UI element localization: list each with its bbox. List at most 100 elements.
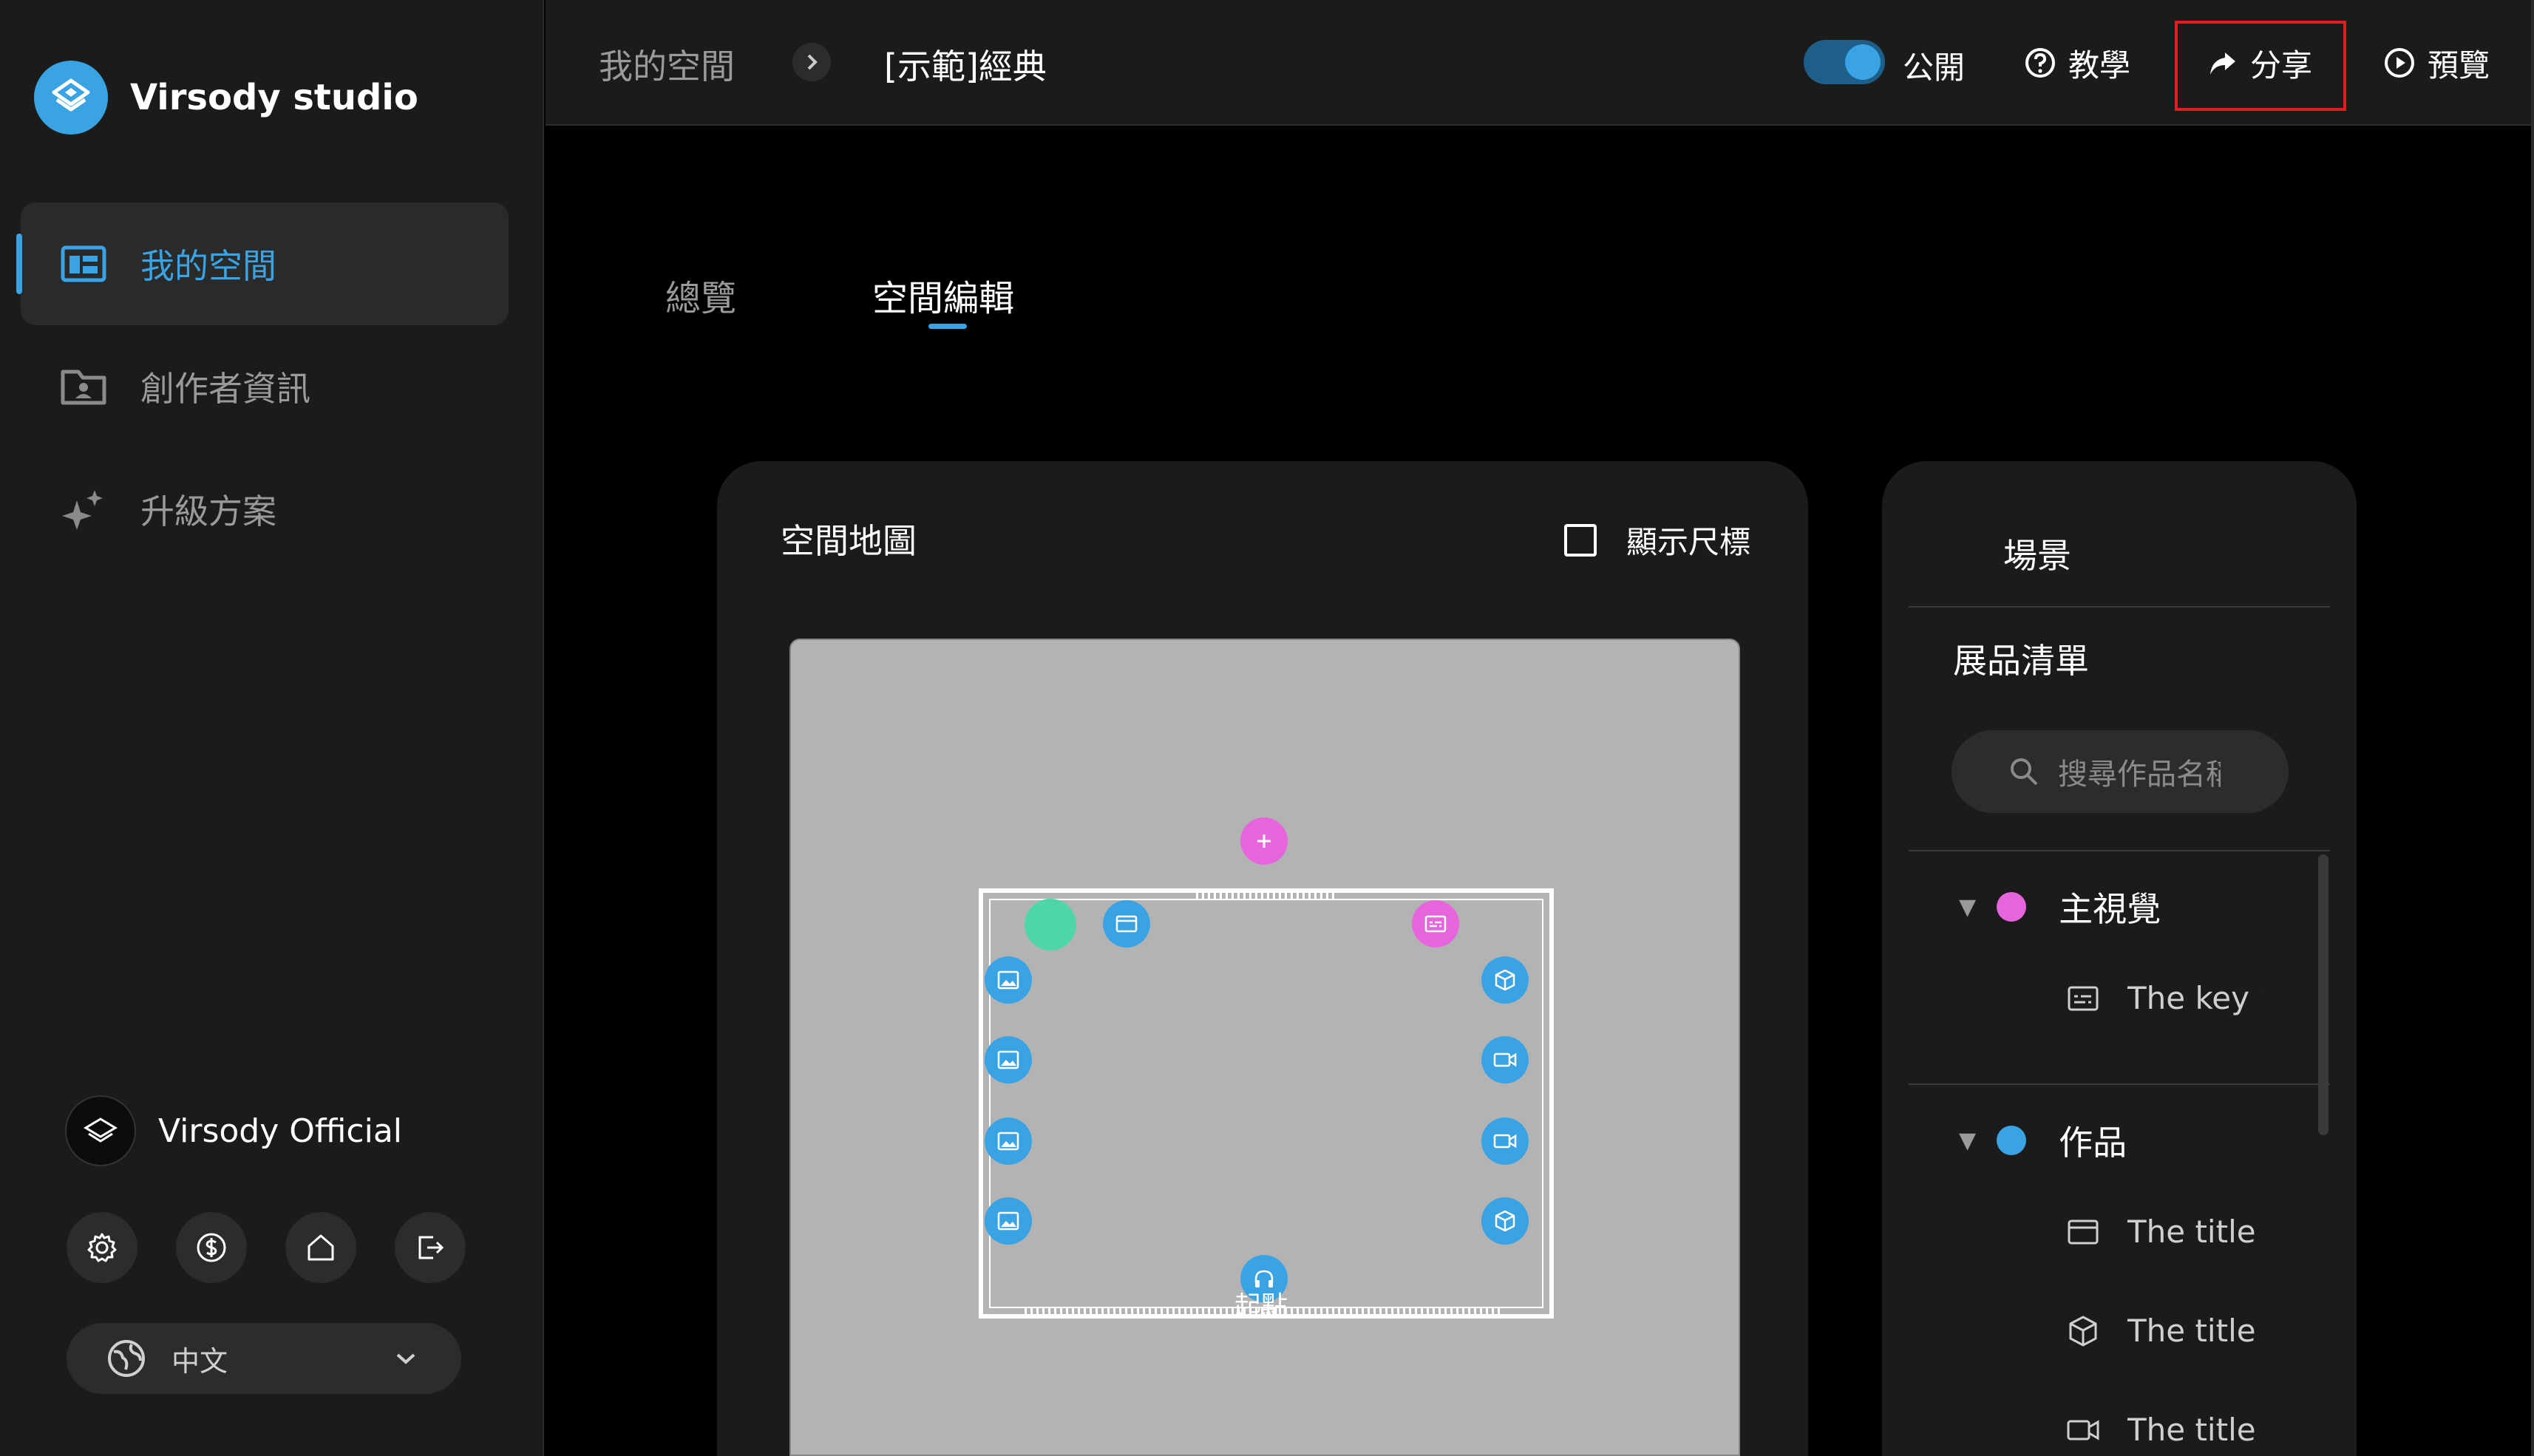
frame-icon xyxy=(1115,915,1138,933)
entrance-hatch xyxy=(1196,891,1336,900)
brand[interactable]: Virsody studio xyxy=(34,61,418,135)
logout-icon xyxy=(418,1236,444,1259)
breadcrumb-my-space[interactable]: 我的空間 xyxy=(599,40,735,89)
help-circle-icon xyxy=(2022,45,2058,81)
sidebar-item-creator-info[interactable]: 創作者資訊 xyxy=(21,325,509,448)
image-marker[interactable] xyxy=(985,1117,1032,1165)
avatar xyxy=(65,1095,136,1166)
search-placeholder: 搜尋作品名稱 xyxy=(2058,758,2221,792)
list-item[interactable]: The key v xyxy=(2064,980,2260,1016)
tutorial-label: 教學 xyxy=(2068,47,2131,84)
chevron-right-icon xyxy=(792,43,831,81)
group-works[interactable]: ▼ 作品 xyxy=(1959,1116,2127,1165)
profile-folder-icon xyxy=(59,364,108,409)
space-map-canvas[interactable]: 起點 xyxy=(789,639,1740,1456)
tab-space-edit[interactable]: 空間編輯 xyxy=(872,269,1014,321)
caret-down-icon: ▼ xyxy=(1959,1127,1977,1154)
list-item[interactable]: The title c xyxy=(2064,1412,2260,1448)
add-marker-button[interactable] xyxy=(1240,817,1288,865)
camera-spawn-marker[interactable] xyxy=(1025,899,1076,950)
user-profile[interactable]: Virsody Official xyxy=(65,1095,402,1166)
group-label: 主視覺 xyxy=(2059,889,2161,929)
cube-icon xyxy=(2064,1314,2102,1348)
caret-down-icon: ▼ xyxy=(1959,894,1977,920)
video-marker[interactable] xyxy=(1481,1036,1529,1084)
show-ruler-label: 顯示尺標 xyxy=(1626,524,1751,560)
sidebar-item-label: 創作者資訊 xyxy=(140,369,310,409)
sidebar: Virsody studio 我的空間 創作者資訊 升級方案 Virsody O… xyxy=(0,0,544,1456)
active-tab-indicator xyxy=(928,324,967,329)
3d-object-marker[interactable] xyxy=(1481,956,1529,1004)
show-ruler-checkbox[interactable] xyxy=(1564,523,1597,557)
preview-button[interactable]: 預覽 xyxy=(2382,37,2490,89)
tutorial-button[interactable]: 教學 xyxy=(2022,37,2130,89)
exhibit-search-input[interactable]: 搜尋作品名稱 xyxy=(1952,730,2289,813)
language-label: 中文 xyxy=(171,1344,228,1378)
toggle-knob xyxy=(1845,44,1881,80)
group-key-visual[interactable]: ▼ 主視覺 xyxy=(1959,882,2161,931)
caption-icon xyxy=(1424,915,1447,933)
space-map-title: 空間地圖 xyxy=(781,521,917,561)
share-arrow-icon xyxy=(2204,45,2240,81)
image-marker[interactable] xyxy=(985,1036,1032,1084)
home-icon xyxy=(308,1234,334,1261)
share-button[interactable]: 分享 xyxy=(2204,37,2312,89)
home-button[interactable] xyxy=(285,1212,356,1283)
3d-object-marker[interactable] xyxy=(1481,1197,1529,1245)
chevron-down-icon xyxy=(396,1353,415,1364)
page-scrollbar[interactable] xyxy=(2531,0,2534,1456)
quick-actions xyxy=(67,1212,466,1283)
key-visual-marker[interactable] xyxy=(1412,900,1459,948)
list-item[interactable]: The title c xyxy=(2064,1313,2260,1349)
image-icon xyxy=(997,970,1019,990)
start-point-label: 起點 xyxy=(1234,1291,1288,1321)
divider xyxy=(1909,606,2330,608)
group-color-dot xyxy=(1997,1126,2027,1155)
image-icon xyxy=(997,1211,1019,1231)
exhibit-list-scrollbar[interactable] xyxy=(2318,854,2329,1135)
language-select[interactable]: 中文 xyxy=(67,1323,461,1394)
scene-tab[interactable]: 場景 xyxy=(2003,529,2071,578)
caption-icon xyxy=(2064,982,2102,1016)
sidebar-item-upgrade[interactable]: 升級方案 xyxy=(21,448,509,571)
image-marker[interactable] xyxy=(985,1197,1032,1245)
item-label: The title c xyxy=(2127,1214,2260,1250)
public-toggle-label: 公開 xyxy=(1903,50,1966,86)
image-marker[interactable] xyxy=(985,956,1032,1004)
layout-icon xyxy=(59,242,108,286)
divider xyxy=(1909,1084,2330,1085)
sparkle-icon xyxy=(59,487,108,531)
show-ruler-option[interactable]: 顯示尺標 xyxy=(1564,517,1750,562)
billing-button[interactable] xyxy=(176,1212,247,1283)
group-color-dot xyxy=(1997,892,2027,922)
dollar-icon xyxy=(197,1233,226,1262)
search-icon xyxy=(2011,758,2038,786)
video-icon xyxy=(2064,1413,2102,1447)
globe-icon xyxy=(108,1340,145,1377)
video-icon xyxy=(1493,1052,1517,1067)
exhibit-panel: 場景 展品清單 搜尋作品名稱 ▼ 主視覺 The key v ▼ 作品 The … xyxy=(1882,461,2357,1456)
sidebar-nav: 我的空間 創作者資訊 升級方案 xyxy=(16,203,509,571)
frame-marker[interactable] xyxy=(1103,900,1150,948)
cube-icon xyxy=(1495,969,1515,991)
logout-button[interactable] xyxy=(395,1212,466,1283)
video-marker[interactable] xyxy=(1481,1117,1529,1165)
breadcrumb-current-space: [示範]經典 xyxy=(884,47,1047,86)
sidebar-item-label: 升級方案 xyxy=(140,491,276,531)
space-map-panel: 空間地圖 顯示尺標 起點 xyxy=(717,461,1808,1456)
cube-icon xyxy=(1495,1210,1515,1232)
divider xyxy=(1909,850,2330,851)
item-label: The key v xyxy=(2127,980,2260,1016)
tab-overview[interactable]: 總覽 xyxy=(665,269,736,321)
play-circle-icon xyxy=(2382,45,2417,81)
public-toggle[interactable] xyxy=(1804,40,1885,84)
exhibit-list-title: 展品清單 xyxy=(1953,641,2089,681)
share-label: 分享 xyxy=(2250,47,2313,84)
list-item[interactable]: The title c xyxy=(2064,1214,2260,1250)
sidebar-item-my-space[interactable]: 我的空間 xyxy=(16,203,509,325)
image-icon xyxy=(997,1132,1019,1151)
settings-button[interactable] xyxy=(67,1212,137,1283)
video-icon xyxy=(1493,1134,1517,1149)
item-label: The title c xyxy=(2127,1313,2260,1349)
top-bar: 我的空間 [示範]經典 公開 教學 分享 預覽 xyxy=(546,0,2534,126)
